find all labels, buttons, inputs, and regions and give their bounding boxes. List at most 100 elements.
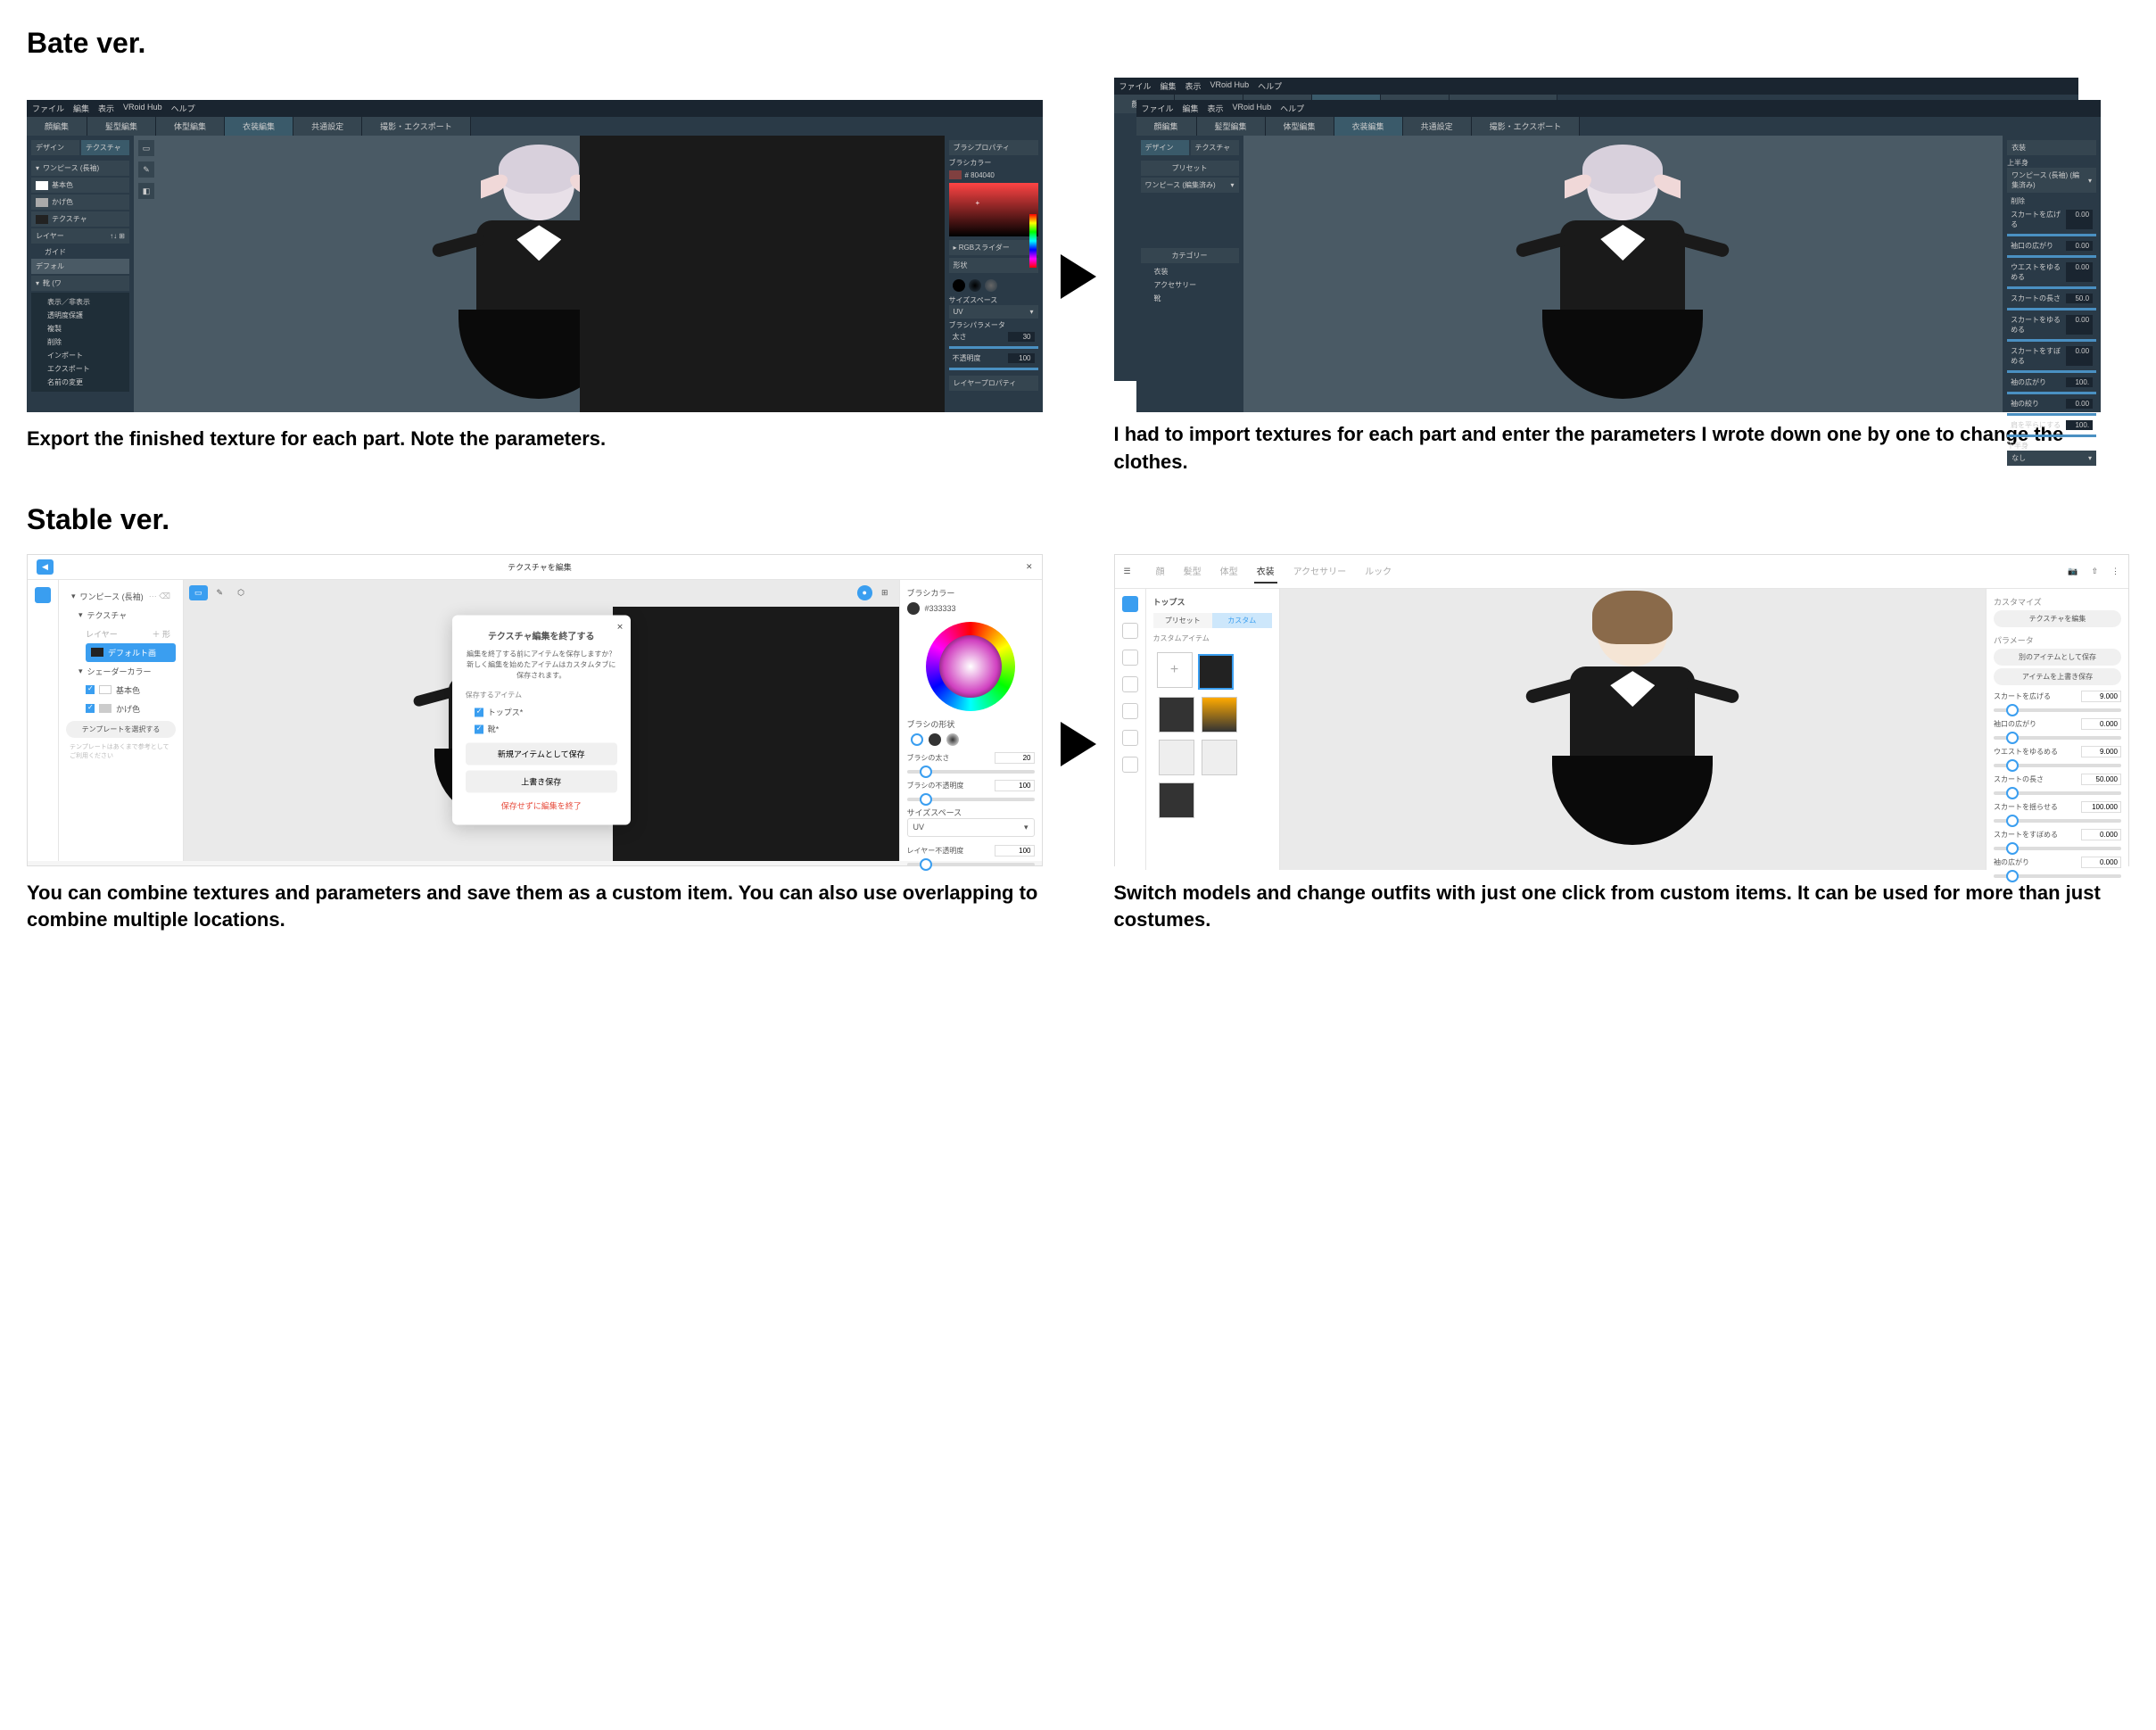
- tab-hair[interactable]: 髪型編集: [87, 117, 156, 136]
- btn-overwrite-item[interactable]: アイテムを上書き保存: [1994, 668, 2121, 685]
- ctx-rename[interactable]: 名前の変更: [34, 376, 127, 389]
- cat-neck-icon[interactable]: [1122, 757, 1138, 773]
- s-waist[interactable]: [1994, 764, 2121, 767]
- slider-bsize[interactable]: [907, 770, 1035, 774]
- tab-outfit[interactable]: 衣装編集: [1334, 117, 1403, 136]
- v-skirtnar[interactable]: 0.00: [2066, 346, 2093, 366]
- btn-overwrite[interactable]: 上書き保存: [466, 771, 617, 793]
- s-sspread[interactable]: [1994, 708, 2121, 712]
- sl-skirtnar[interactable]: [2007, 370, 2096, 373]
- cat-bottoms-icon[interactable]: [1122, 650, 1138, 666]
- slider-opacity[interactable]: [949, 368, 1038, 370]
- item-thumb-selected[interactable]: [1198, 654, 1234, 690]
- tab-body[interactable]: 体型編集: [1266, 117, 1334, 136]
- dd-onepiece[interactable]: ワンピース (編集済み)▾: [1141, 178, 1239, 193]
- nav-look[interactable]: ルック: [1362, 559, 1394, 584]
- item-texture[interactable]: ▾ テクスチャ: [66, 606, 176, 625]
- dd-uv[interactable]: UV▾: [907, 818, 1035, 837]
- item-default-img[interactable]: デフォルト画: [86, 643, 176, 662]
- item-preset[interactable]: プリセット: [1141, 161, 1239, 176]
- add-item-button[interactable]: +: [1157, 652, 1193, 688]
- v-skirtloose[interactable]: 0.00: [2066, 315, 2093, 335]
- item-shader[interactable]: ▾ シェーダーカラー: [66, 662, 176, 681]
- slider-bopacity[interactable]: [907, 798, 1035, 801]
- btn-save-as[interactable]: 別のアイテムとして保存: [1994, 649, 2121, 666]
- nav-hair[interactable]: 髪型: [1181, 559, 1204, 584]
- tab-preset[interactable]: プリセット: [1153, 613, 1213, 628]
- tab-export[interactable]: 撮影・エクスポート: [362, 117, 471, 136]
- tab-export[interactable]: 撮影・エクスポート: [1472, 117, 1581, 136]
- s-slsp[interactable]: [1994, 874, 2121, 878]
- subtab-texture[interactable]: テクスチャ: [81, 140, 129, 155]
- cat-onepiece-icon[interactable]: [1122, 623, 1138, 639]
- menu-help[interactable]: ヘルプ: [171, 103, 195, 114]
- more-icon[interactable]: ⋮: [2111, 567, 2119, 576]
- tab-common[interactable]: 共通設定: [293, 117, 362, 136]
- tab-face[interactable]: 顔編集: [1136, 117, 1197, 136]
- cat-inner-icon[interactable]: [1122, 730, 1138, 746]
- sl-cuff[interactable]: [2007, 255, 2096, 258]
- item-thumb[interactable]: [1202, 740, 1237, 775]
- item-basecolor[interactable]: 基本色: [31, 178, 129, 193]
- sl-waist[interactable]: [2007, 286, 2096, 289]
- item-default[interactable]: デフォル: [31, 259, 129, 274]
- item-onepiece[interactable]: ▾ワンピース (長袖): [31, 161, 129, 176]
- brush-shapes[interactable]: [907, 730, 1035, 749]
- sl-sleevewr[interactable]: [2007, 413, 2096, 416]
- val-opacity[interactable]: 100: [1008, 353, 1035, 363]
- i-snar[interactable]: [2081, 829, 2121, 840]
- slider-lopacity[interactable]: [907, 863, 1035, 866]
- sl-sleevesp[interactable]: [2007, 392, 2096, 394]
- i-slen[interactable]: [2081, 774, 2121, 785]
- nav-accessory[interactable]: アクセサリー: [1291, 559, 1350, 584]
- tool-other-icon[interactable]: ⬡: [232, 585, 250, 600]
- val-thickness[interactable]: 30: [1008, 332, 1035, 342]
- item-thumb[interactable]: [1159, 782, 1194, 818]
- modal-chk-tops[interactable]: トップス*: [466, 704, 617, 721]
- current-color[interactable]: [907, 602, 920, 615]
- color-wheel[interactable]: [926, 622, 1015, 711]
- dd-lower[interactable]: なし▾: [2007, 451, 2096, 466]
- uv-view[interactable]: [613, 607, 899, 861]
- tool-brush-icon[interactable]: ✎: [211, 585, 229, 600]
- item-layer[interactable]: レイヤー↑↓ ⊞: [31, 228, 129, 244]
- cat-tops-icon[interactable]: [1122, 596, 1138, 612]
- menu-edit[interactable]: 編集: [73, 103, 89, 114]
- btn-save-new[interactable]: 新規アイテムとして保存: [466, 743, 617, 766]
- v-skirtlen[interactable]: 50.0: [2066, 294, 2093, 303]
- i-waist[interactable]: [2081, 746, 2121, 757]
- modal-close-icon[interactable]: ✕: [616, 623, 624, 633]
- dd-uv[interactable]: UV▾: [949, 305, 1038, 319]
- back-button[interactable]: ◀: [37, 559, 54, 575]
- menu-icon[interactable]: ☰: [1124, 567, 1131, 576]
- inp-bopacity[interactable]: [995, 780, 1035, 791]
- hue-slider[interactable]: [1029, 214, 1037, 268]
- menu-view[interactable]: 表示: [98, 103, 114, 114]
- s-cuff[interactable]: [1994, 736, 2121, 740]
- menu-vroidhub[interactable]: VRoid Hub: [123, 103, 162, 114]
- item-thumb[interactable]: [1159, 697, 1194, 733]
- item-thumb[interactable]: [1159, 740, 1194, 775]
- subtab-design[interactable]: デザイン: [1141, 140, 1189, 155]
- tool-select-icon[interactable]: ▭: [138, 140, 154, 156]
- sl-skirtlen[interactable]: [2007, 308, 2096, 310]
- v-sleevesp[interactable]: 100.: [2066, 377, 2093, 387]
- v-shoulder[interactable]: 100.: [2066, 420, 2093, 430]
- v-skirtspread[interactable]: 0.00: [2066, 210, 2093, 229]
- tab-custom[interactable]: カスタム: [1212, 613, 1272, 628]
- tool-brush-icon[interactable]: ✎: [138, 161, 154, 178]
- link-discard[interactable]: 保存せずに編集を終了: [466, 800, 617, 812]
- subtab-design[interactable]: デザイン: [31, 140, 79, 155]
- menu-file[interactable]: ファイル: [32, 103, 64, 114]
- cat-clothes[interactable]: 衣装: [1141, 265, 1239, 278]
- tab-body[interactable]: 体型編集: [156, 117, 225, 136]
- ctx-delete[interactable]: 削除: [34, 335, 127, 349]
- ctx-protect[interactable]: 透明度保護: [34, 309, 127, 322]
- v-cuff[interactable]: 0.00: [2066, 241, 2093, 251]
- inp-lopacity[interactable]: [995, 845, 1035, 857]
- btn-edit-texture[interactable]: テクスチャを編集: [1994, 610, 2121, 627]
- s-sswing[interactable]: [1994, 819, 2121, 823]
- menubar[interactable]: ファイル 編集 表示 VRoid Hub ヘルプ: [27, 100, 1043, 117]
- item-guide[interactable]: ガイド: [31, 245, 129, 259]
- btn-delete[interactable]: 削除: [2007, 195, 2096, 208]
